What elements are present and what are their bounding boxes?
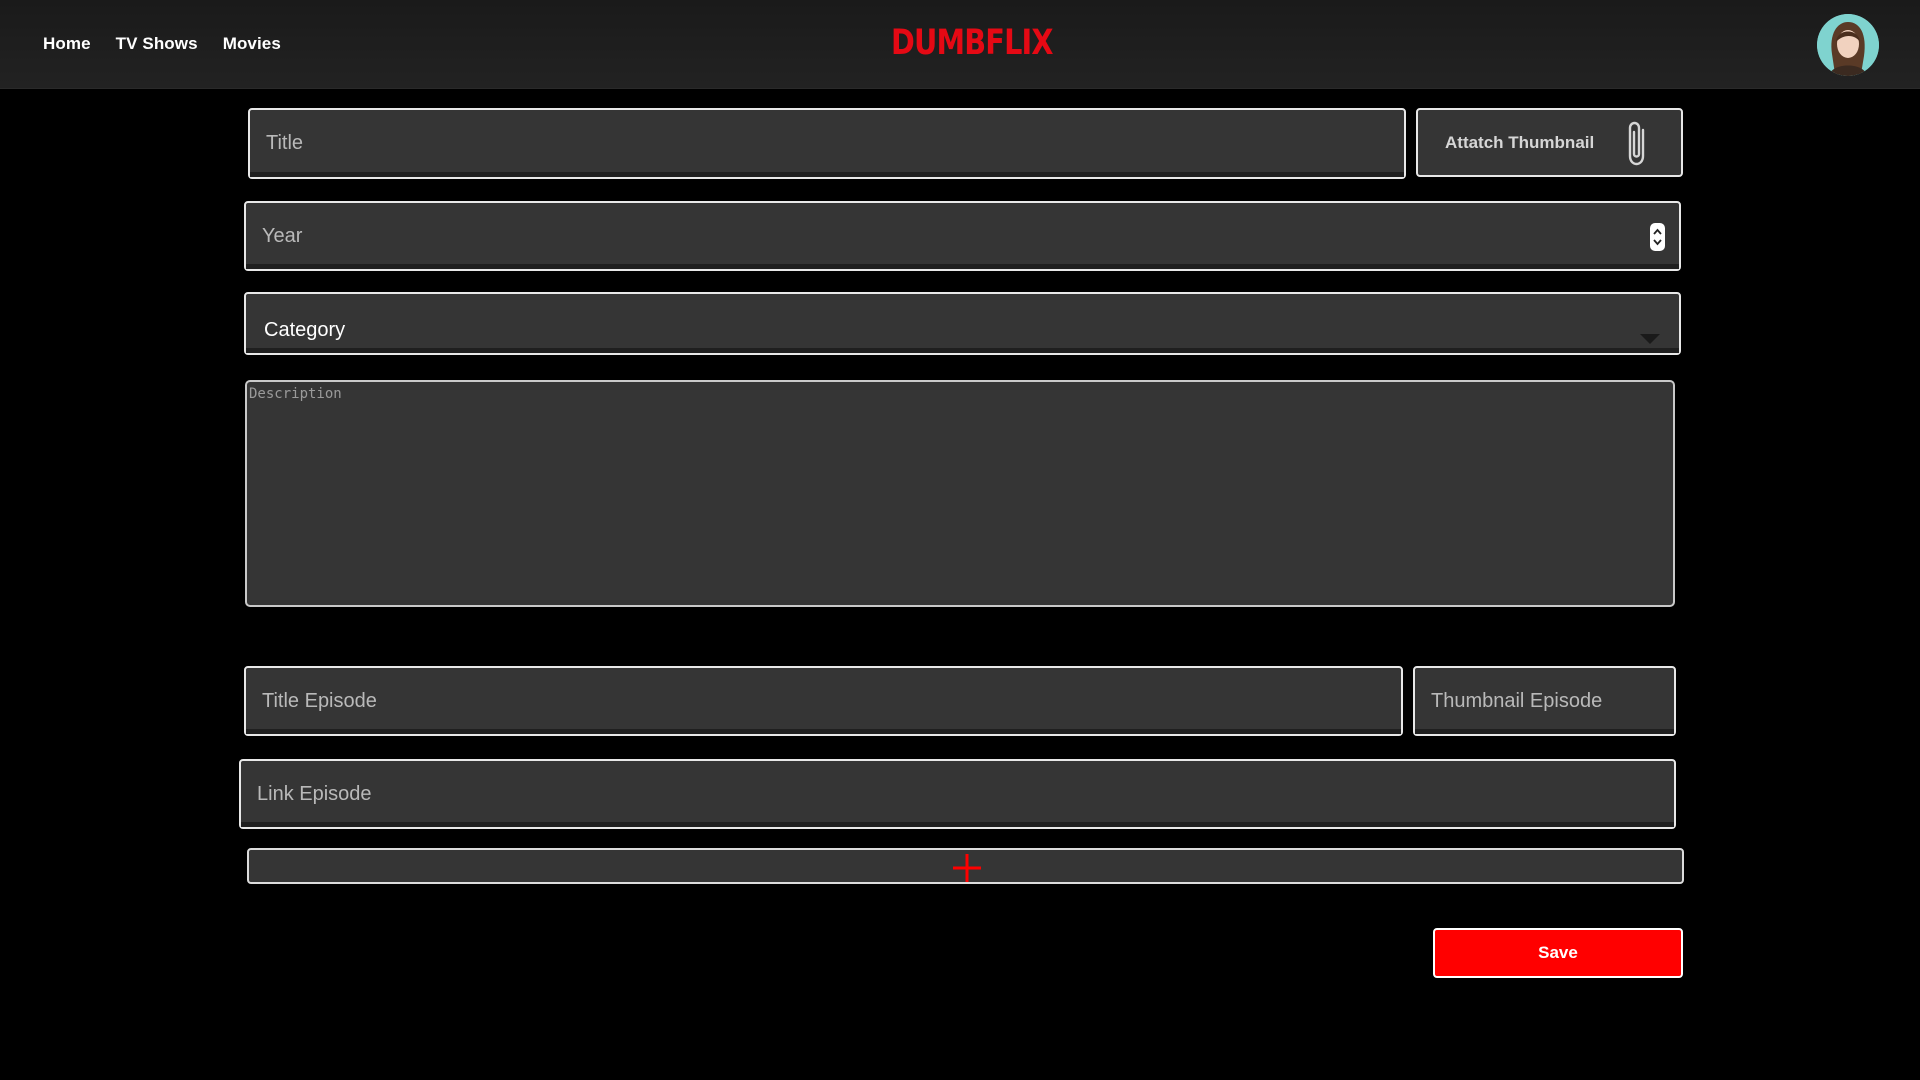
paperclip-icon: [1628, 121, 1645, 166]
nav-link-tv-shows[interactable]: TV Shows: [116, 34, 198, 54]
episode-link-input[interactable]: [241, 761, 1674, 827]
plus-icon: [953, 854, 981, 882]
description-field[interactable]: [245, 380, 1675, 607]
category-select[interactable]: Category: [246, 294, 1679, 353]
episode-thumbnail-input[interactable]: [1415, 668, 1674, 734]
dumbflix-logo[interactable]: DUMBFLIX: [891, 19, 1054, 67]
navbar: Home TV Shows Movies DUMBFLIX: [0, 0, 1920, 89]
attach-thumbnail-button[interactable]: Attatch Thumbnail: [1416, 108, 1683, 177]
user-avatar-image: [1817, 14, 1879, 76]
title-input[interactable]: [250, 110, 1404, 177]
title-field[interactable]: [248, 108, 1406, 179]
save-button[interactable]: Save: [1433, 928, 1683, 978]
episode-title-input[interactable]: [246, 668, 1401, 734]
spinner-arrows-icon: [1653, 228, 1662, 246]
add-episode-button[interactable]: [247, 848, 1684, 884]
description-textarea[interactable]: [247, 382, 1673, 605]
chevron-down-icon: [1640, 334, 1660, 344]
category-field[interactable]: Category: [244, 292, 1681, 355]
user-avatar[interactable]: [1817, 14, 1879, 76]
year-input[interactable]: [246, 203, 1679, 269]
episode-thumbnail-field[interactable]: [1413, 666, 1676, 736]
nav-link-home[interactable]: Home: [43, 34, 91, 54]
episode-link-field[interactable]: [239, 759, 1676, 829]
attach-thumbnail-label: Attatch Thumbnail: [1445, 132, 1595, 152]
year-spinner[interactable]: [1650, 223, 1665, 251]
nav-link-movies[interactable]: Movies: [223, 34, 281, 54]
episode-title-field[interactable]: [244, 666, 1403, 736]
nav-links: Home TV Shows Movies: [43, 0, 281, 88]
year-field[interactable]: [244, 201, 1681, 271]
